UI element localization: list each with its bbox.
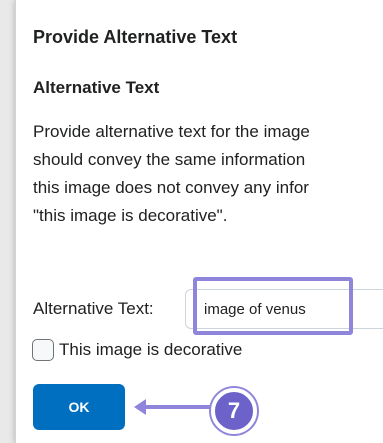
instructions-line: this image does not convey any infor xyxy=(33,178,309,197)
decorative-checkbox[interactable] xyxy=(32,339,54,361)
ok-button[interactable]: OK xyxy=(33,384,125,430)
step-number-badge: 7 xyxy=(211,388,257,434)
instructions-line: "this image is decorative". xyxy=(33,206,228,225)
alt-text-input[interactable] xyxy=(185,289,383,329)
decorative-checkbox-row[interactable]: This image is decorative xyxy=(32,339,242,361)
instructions-line: should convey the same information xyxy=(33,150,306,169)
alt-text-label: Alternative Text: xyxy=(33,299,154,318)
dialog-title: Provide Alternative Text xyxy=(33,27,238,47)
instructions-text: Provide alternative text for the image s… xyxy=(33,118,383,230)
section-heading: Alternative Text xyxy=(33,78,160,97)
decorative-checkbox-label[interactable]: This image is decorative xyxy=(59,340,242,360)
instructions-line: Provide alternative text for the image xyxy=(33,122,310,141)
alternative-text-dialog: Provide Alternative Text Alternative Tex… xyxy=(15,0,383,443)
callout-arrow-icon xyxy=(129,395,220,419)
